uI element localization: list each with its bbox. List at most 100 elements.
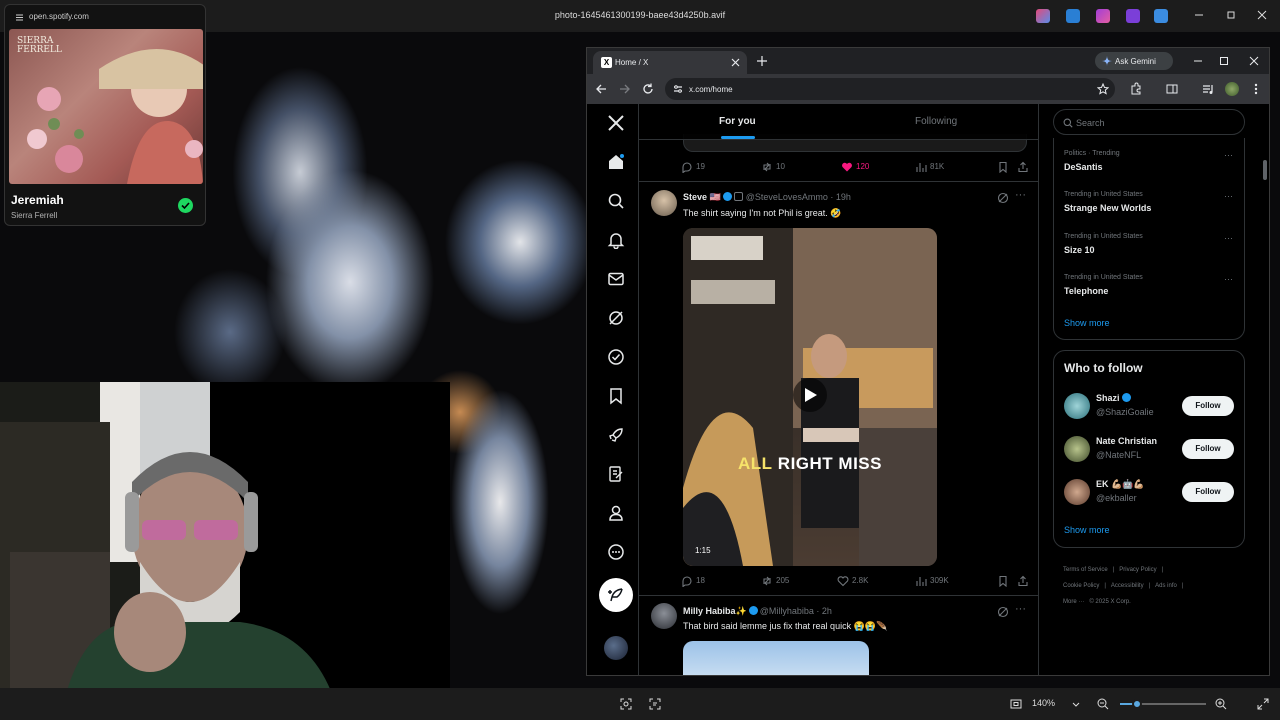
messages-icon[interactable] (607, 270, 625, 288)
tweet-media[interactable] (683, 641, 869, 675)
premium-verified-icon[interactable] (607, 348, 625, 366)
follow-avatar[interactable] (1064, 393, 1090, 419)
footer-link[interactable]: Privacy Policy (1119, 567, 1156, 573)
trend-name[interactable]: Strange New Worlds (1064, 203, 1151, 213)
visual-search-icon[interactable] (619, 697, 633, 711)
footer-link[interactable]: Cookie Policy (1063, 583, 1099, 589)
bookmark-star-icon[interactable] (1097, 83, 1109, 95)
address-bar[interactable]: x.com/home (665, 78, 1115, 100)
tweet-video[interactable]: ALL RIGHT MISS 1:15 (683, 228, 937, 566)
follow-button[interactable]: Follow (1182, 482, 1234, 502)
fullscreen-icon[interactable] (1256, 697, 1270, 711)
grok-explain-icon[interactable] (997, 606, 1009, 618)
fit-to-window-icon[interactable] (1009, 697, 1023, 711)
profile-avatar[interactable] (1225, 82, 1239, 96)
minimize-icon[interactable] (1192, 8, 1206, 22)
tweet-author-name[interactable]: Steve 🇺🇸 (683, 192, 721, 202)
share-icon[interactable] (1017, 575, 1029, 587)
close-icon[interactable] (1249, 56, 1259, 66)
saved-check-icon[interactable] (178, 198, 193, 213)
tweet-avatar[interactable] (651, 603, 677, 629)
trend-more-icon[interactable]: ··· (1224, 233, 1233, 243)
compose-post-button[interactable] (599, 578, 633, 612)
profile-icon[interactable] (607, 504, 625, 522)
footer-link[interactable]: Terms of Service (1063, 567, 1108, 573)
forward-icon[interactable] (617, 82, 631, 96)
follow-button[interactable]: Follow (1182, 396, 1234, 416)
tweet-author-handle[interactable]: @Millyhabiba · 2h (760, 606, 832, 616)
trends-show-more-link[interactable]: Show more (1064, 318, 1110, 328)
trend-more-icon[interactable]: ··· (1224, 191, 1233, 201)
text-select-icon[interactable] (648, 697, 662, 711)
trend-name[interactable]: Telephone (1064, 286, 1108, 296)
scrollbar[interactable] (1263, 160, 1267, 180)
tweet-author-name[interactable]: Milly Habiba✨ (683, 606, 747, 616)
x-logo-icon[interactable] (607, 114, 625, 132)
zoom-level[interactable]: 140% (1032, 698, 1055, 708)
home-icon[interactable] (607, 153, 625, 171)
track-title[interactable]: Jeremiah (11, 193, 64, 207)
play-button[interactable] (793, 378, 827, 412)
tweet-author-handle[interactable]: @SteveLovesAmmo · 19h (746, 192, 851, 202)
close-icon[interactable] (1255, 8, 1269, 22)
account-avatar[interactable] (604, 636, 628, 660)
zoom-out-icon[interactable] (1096, 697, 1110, 711)
follow-avatar[interactable] (1064, 436, 1090, 462)
more-icon[interactable]: ⋯ (205, 11, 206, 22)
app-icon[interactable] (1154, 9, 1168, 23)
follow-name[interactable]: EK 💪🏼🤖💪🏼 (1096, 479, 1145, 490)
trend-name[interactable]: DeSantis (1064, 162, 1103, 172)
grok-explain-icon[interactable] (997, 192, 1009, 204)
search-input[interactable]: Search (1053, 109, 1245, 135)
site-info-icon[interactable] (15, 13, 24, 22)
menu-kebab-icon[interactable] (1249, 82, 1263, 96)
footer-link[interactable]: Ads info (1155, 583, 1177, 589)
share-icon[interactable] (1017, 161, 1029, 173)
ask-gemini-button[interactable]: Ask Gemini (1095, 52, 1173, 70)
tab-for-you[interactable]: For you (719, 116, 756, 127)
trend-name[interactable]: Size 10 (1064, 245, 1095, 255)
new-tab-icon[interactable] (757, 56, 767, 66)
extensions-icon[interactable] (1129, 82, 1143, 96)
maximize-icon[interactable] (1224, 8, 1238, 22)
app-icon[interactable] (1126, 9, 1140, 23)
footer-link[interactable]: Accessibility (1111, 583, 1144, 589)
tweet-more-icon[interactable]: ··· (1015, 189, 1026, 201)
maximize-icon[interactable] (1219, 56, 1229, 66)
zoom-slider-thumb[interactable] (1132, 699, 1143, 709)
follow-show-more-link[interactable]: Show more (1064, 525, 1110, 535)
app-icon[interactable] (1066, 9, 1080, 23)
media-controls-icon[interactable] (1201, 82, 1215, 96)
bookmarks-icon[interactable] (607, 387, 625, 405)
tab-following[interactable]: Following (915, 116, 957, 127)
jobs-rocket-icon[interactable] (607, 426, 625, 444)
more-circle-icon[interactable] (607, 543, 625, 561)
follow-name[interactable]: Shazi (1096, 393, 1133, 403)
tab-x-home[interactable]: X Home / X (593, 51, 747, 74)
tweet-avatar[interactable] (651, 190, 677, 216)
app-icon[interactable] (1036, 9, 1050, 23)
follow-avatar[interactable] (1064, 479, 1090, 505)
zoom-in-icon[interactable] (1214, 697, 1228, 711)
footer-link[interactable]: More ··· (1063, 599, 1084, 605)
reload-icon[interactable] (641, 82, 655, 96)
zoom-slider[interactable] (1120, 699, 1206, 709)
search-icon[interactable] (607, 192, 625, 210)
side-panel-icon[interactable] (1165, 82, 1179, 96)
bookmark-icon[interactable] (997, 575, 1009, 587)
follow-button[interactable]: Follow (1182, 439, 1234, 459)
bookmark-icon[interactable] (997, 161, 1009, 173)
chevron-down-icon[interactable] (1069, 697, 1083, 711)
minimize-icon[interactable] (1193, 56, 1203, 66)
site-info-icon[interactable] (673, 84, 683, 94)
notifications-bell-icon[interactable] (607, 231, 625, 249)
tweet-more-icon[interactable]: ··· (1015, 603, 1026, 615)
articles-icon[interactable] (607, 465, 625, 483)
tab-close-icon[interactable] (731, 58, 740, 67)
grok-icon[interactable] (607, 309, 625, 327)
back-icon[interactable] (595, 82, 609, 96)
trend-more-icon[interactable]: ··· (1224, 150, 1233, 160)
app-icon[interactable] (1096, 9, 1110, 23)
follow-name[interactable]: Nate Christian (1096, 436, 1157, 446)
track-artist[interactable]: Sierra Ferrell (11, 211, 57, 220)
